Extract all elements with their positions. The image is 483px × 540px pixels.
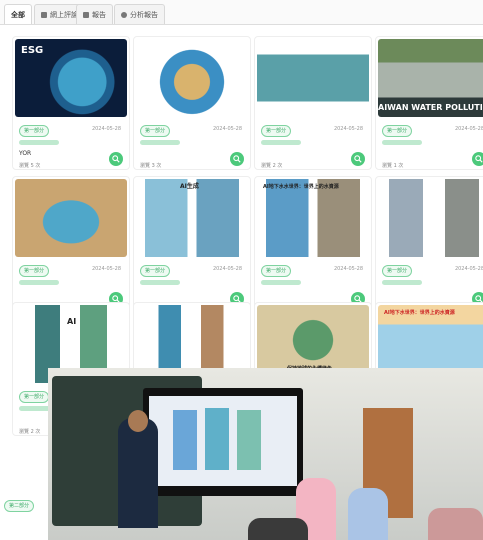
- resource-card[interactable]: 第一部分2024-05-28瀏覽 1 次: [12, 176, 130, 310]
- tab-label: 分析報告: [130, 10, 158, 19]
- tag-badge: 第一部分: [140, 265, 171, 277]
- view-count: 瀏覽 1 次: [382, 163, 404, 169]
- preview-button[interactable]: [351, 152, 365, 166]
- search-icon: [475, 155, 483, 163]
- blurred-text: [382, 140, 422, 145]
- resource-card[interactable]: AIWAN WATER POLLUTI 第一部分 2024-05-28 瀏覽 1 次: [375, 36, 483, 170]
- card-title[interactable]: YOR: [19, 150, 31, 157]
- preview-button[interactable]: [472, 152, 483, 166]
- tab-all[interactable]: 全部: [4, 4, 32, 24]
- tab-label: 網上評論: [50, 10, 78, 19]
- thumbnail-caption: AIWAN WATER POLLUTI: [378, 103, 483, 112]
- thumbnail-caption: AI生成: [180, 183, 199, 190]
- card-date: 2024-05-28: [333, 126, 363, 132]
- blurred-text: [140, 280, 180, 285]
- tag-badge: 第一部分: [382, 125, 413, 137]
- tab-label: 全部: [11, 10, 25, 19]
- tab-label: 報告: [92, 10, 106, 19]
- card-thumbnail[interactable]: AI生成: [136, 179, 248, 257]
- display-screen: [143, 388, 303, 496]
- tag-badge: 第一部分: [261, 125, 292, 137]
- tag-badge: 第一部分: [19, 265, 50, 277]
- chat-icon: [41, 11, 47, 18]
- presenter: [118, 418, 158, 528]
- blurred-text: [19, 280, 59, 285]
- blurred-text: [19, 140, 59, 145]
- resource-card[interactable]: ESG 第一部分 2024-05-28 YOR 瀏覽 5 次: [12, 36, 130, 170]
- card-thumbnail[interactable]: [15, 179, 127, 257]
- card-date: 2024-05-28: [212, 266, 242, 272]
- search-icon: [233, 155, 241, 163]
- card-thumbnail[interactable]: AI地下水水世界：世界上的水資源: [257, 179, 369, 257]
- view-count: 瀏覽 5 次: [19, 163, 41, 169]
- thumbnail-caption: AI: [67, 317, 77, 326]
- card-thumbnail[interactable]: [378, 179, 483, 257]
- card-date: 2024-05-28: [91, 266, 121, 272]
- card-date: 2024-05-28: [454, 126, 483, 132]
- card-thumbnail[interactable]: ESG: [15, 39, 127, 117]
- resource-card[interactable]: 第一部分 2024-05-28 瀏覽 2 次: [254, 36, 372, 170]
- tag-badge: 第一部分: [19, 391, 50, 403]
- view-count: 瀏覽 3 次: [140, 163, 162, 169]
- card-date: 2024-05-28: [212, 126, 242, 132]
- card-thumbnail[interactable]: [257, 39, 369, 117]
- blurred-text: [382, 280, 422, 285]
- resource-card[interactable]: AI地下水水世界：世界上的水資源第一部分2024-05-28瀏覽 2 次: [254, 176, 372, 310]
- resource-card[interactable]: 第一部分2024-05-28瀏覽 2 次: [375, 176, 483, 310]
- globe-icon: [121, 11, 127, 18]
- search-icon: [112, 155, 120, 163]
- card-date: 2024-05-28: [91, 126, 121, 132]
- blurred-text: [261, 280, 301, 285]
- card-thumbnail[interactable]: [136, 39, 248, 117]
- card-thumbnail[interactable]: AIWAN WATER POLLUTI: [378, 39, 483, 117]
- card-date: 2024-05-28: [454, 266, 483, 272]
- search-icon: [354, 155, 362, 163]
- preview-button[interactable]: [109, 152, 123, 166]
- resource-card[interactable]: AI生成第一部分2024-05-28瀏覽 3 次: [133, 176, 251, 310]
- tab-reports[interactable]: 報告: [76, 4, 113, 24]
- blurred-text: [140, 140, 180, 145]
- tag-badge: 第二部分: [4, 500, 35, 512]
- tab-analysis[interactable]: 分析報告: [114, 4, 165, 24]
- blurred-text: [261, 140, 301, 145]
- doc-icon: [83, 11, 89, 18]
- view-count: 瀏覽 2 次: [261, 163, 283, 169]
- student: [348, 488, 388, 540]
- preview-button[interactable]: [230, 152, 244, 166]
- thumbnail-caption: AI地下水水世界：世界上的水資源: [263, 184, 339, 190]
- student: [428, 508, 483, 540]
- thumbnail-caption: AI地下水世界：世界上的水資源: [384, 310, 455, 316]
- student: [248, 518, 308, 540]
- category-tabs: 全部 網上評論 報告 分析報告: [0, 0, 483, 25]
- tag-badge: 第一部分: [261, 265, 292, 277]
- tag-badge: 第一部分: [19, 125, 50, 137]
- thumbnail-caption: ESG: [21, 45, 44, 56]
- card-date: 2024-05-28: [333, 266, 363, 272]
- classroom-photo: [48, 368, 483, 540]
- resource-card[interactable]: 第一部分 2024-05-28 瀏覽 3 次: [133, 36, 251, 170]
- tag-badge: 第一部分: [382, 265, 413, 277]
- view-count: 瀏覽 2 次: [19, 429, 41, 435]
- tag-badge: 第一部分: [140, 125, 171, 137]
